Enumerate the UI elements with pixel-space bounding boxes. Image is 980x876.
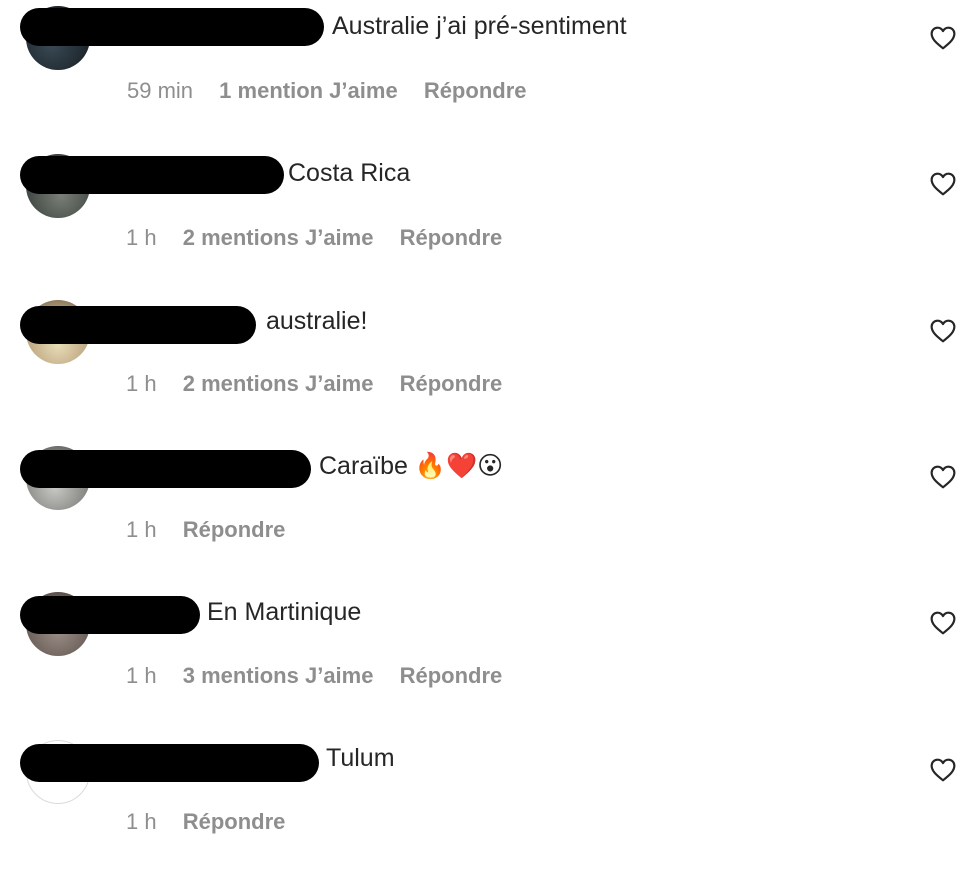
- reply-button[interactable]: Répondre: [183, 517, 286, 542]
- comment-meta: 1 h Répondre: [126, 517, 285, 543]
- likes-count[interactable]: 2 mentions J’aime: [183, 371, 374, 396]
- comment-time: 1 h: [126, 809, 157, 834]
- comment-time: 59 min: [127, 78, 194, 103]
- reply-button[interactable]: Répondre: [424, 78, 527, 103]
- redacted-username: [20, 744, 319, 782]
- redacted-username: [20, 306, 256, 344]
- likes-count[interactable]: 1 mention J’aime: [219, 78, 398, 103]
- comment-item: australie! 1 h 2 mentions J’aime Répondr…: [0, 292, 980, 438]
- comment-item: En Martinique 1 h 3 mentions J’aime Répo…: [0, 584, 980, 730]
- heart-icon[interactable]: [930, 26, 956, 50]
- comment-time: 1 h: [126, 663, 157, 688]
- redacted-username: [20, 450, 311, 488]
- comment-text: australie!: [266, 307, 368, 335]
- comment-meta: 1 h Répondre: [126, 809, 285, 835]
- redacted-username: [20, 8, 324, 46]
- comment-time: 1 h: [126, 225, 157, 250]
- redacted-username: [20, 156, 284, 194]
- comment-text: En Martinique: [207, 598, 362, 626]
- heart-icon[interactable]: [930, 172, 956, 196]
- likes-count[interactable]: 3 mentions J’aime: [183, 663, 374, 688]
- comment-time: 1 h: [126, 517, 157, 542]
- comment-text: Costa Rica: [288, 159, 411, 187]
- heart-icon[interactable]: [930, 319, 956, 343]
- comment-item: Caraïbe 🔥❤️😮 1 h Répondre: [0, 438, 980, 584]
- reply-button[interactable]: Répondre: [400, 225, 503, 250]
- heart-icon[interactable]: [930, 758, 956, 782]
- comment-text: Tulum: [326, 744, 395, 772]
- comment-item: Costa Rica 1 h 2 mentions J’aime Répondr…: [0, 146, 980, 292]
- reply-button[interactable]: Répondre: [400, 371, 503, 396]
- comment-text: Australie j’ai pré-sentiment: [332, 12, 627, 40]
- comment-meta: 1 h 3 mentions J’aime Répondre: [126, 663, 502, 689]
- comment-meta: 59 min 1 mention J’aime Répondre: [127, 78, 527, 104]
- heart-icon[interactable]: [930, 465, 956, 489]
- reply-button[interactable]: Répondre: [400, 663, 503, 688]
- comment-item: Australie j’ai pré-sentiment 59 min 1 me…: [0, 0, 980, 146]
- likes-count[interactable]: 2 mentions J’aime: [183, 225, 374, 250]
- comment-item: Tulum 1 h Répondre: [0, 730, 980, 876]
- comment-text: Caraïbe 🔥❤️😮: [319, 452, 504, 480]
- comment-time: 1 h: [126, 371, 157, 396]
- redacted-username: [20, 596, 200, 634]
- reply-button[interactable]: Répondre: [183, 809, 286, 834]
- heart-icon[interactable]: [930, 611, 956, 635]
- comment-meta: 1 h 2 mentions J’aime Répondre: [126, 225, 502, 251]
- comment-meta: 1 h 2 mentions J’aime Répondre: [126, 371, 502, 397]
